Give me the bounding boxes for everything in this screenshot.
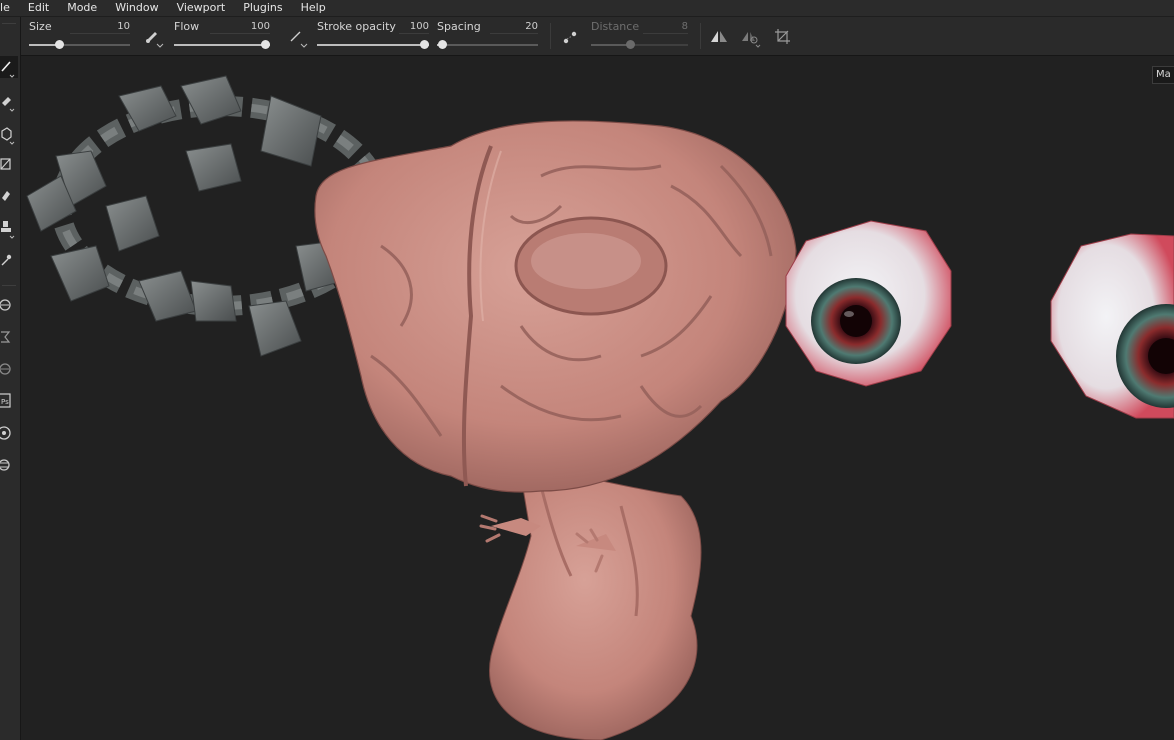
stroke-opacity-value[interactable]: 100 — [410, 21, 429, 32]
tools-toolbar: Ps — [0, 17, 21, 740]
distance-label: Distance — [591, 20, 640, 33]
menu-mode[interactable]: Mode — [58, 0, 106, 16]
material-picker-icon[interactable] — [0, 294, 18, 316]
menu-help[interactable]: Help — [292, 0, 335, 16]
size-label: Size — [29, 20, 52, 33]
clone-tool-icon[interactable] — [0, 217, 18, 239]
stroke-line-icon[interactable] — [286, 26, 308, 48]
flow-value[interactable]: 100 — [251, 21, 270, 32]
distance-value[interactable]: 8 — [682, 21, 688, 32]
paint-brush-tool-icon[interactable] — [0, 56, 18, 78]
symmetry-icon[interactable] — [708, 26, 730, 48]
iray-render-icon[interactable] — [0, 422, 18, 444]
3d-viewport[interactable]: Ma — [21, 56, 1174, 740]
size-slider-handle[interactable] — [55, 40, 64, 49]
spacing-slider-handle[interactable] — [438, 40, 447, 49]
distance-slider-handle[interactable] — [626, 40, 635, 49]
color-picker-tool-icon[interactable] — [0, 249, 18, 271]
symmetry-options-icon[interactable] — [739, 26, 761, 48]
stroke-opacity-label: Stroke opacity — [317, 20, 396, 33]
flow-label: Flow — [174, 20, 200, 33]
menu-viewport[interactable]: Viewport — [168, 0, 235, 16]
menu-plugins[interactable]: Plugins — [234, 0, 291, 16]
geometry-mask-icon[interactable] — [0, 326, 18, 348]
flow-slider-handle[interactable] — [261, 40, 270, 49]
materials-panel-tab[interactable]: Ma — [1152, 66, 1174, 84]
polygon-fill-tool-icon[interactable] — [0, 154, 18, 176]
creature-model — [314, 120, 797, 740]
menu-file[interactable]: ile — [0, 0, 19, 16]
distance-slider[interactable]: Distance 8 — [591, 17, 688, 55]
projection-tool-icon[interactable] — [0, 123, 18, 145]
spacing-slider[interactable]: Spacing 20 — [437, 17, 538, 55]
lazy-mouse-icon[interactable] — [559, 26, 581, 48]
plugin-tool-icon[interactable] — [0, 454, 18, 476]
stroke-opacity-slider[interactable]: Stroke opacity 100 — [317, 17, 429, 55]
properties-bar: Size 10 Flow 100 Stroke opacity 100 Spac… — [20, 17, 1174, 56]
svg-text:Ps: Ps — [1, 398, 9, 406]
smudge-tool-icon[interactable] — [0, 185, 18, 207]
menu-edit[interactable]: Edit — [19, 0, 58, 16]
eyeball-model-1 — [785, 220, 952, 387]
viewport-scene — [26, 75, 1174, 740]
spacing-label: Spacing — [437, 20, 481, 33]
transform-icon[interactable] — [772, 26, 794, 48]
size-slider[interactable]: Size 10 — [29, 17, 130, 55]
size-value[interactable]: 10 — [117, 21, 130, 32]
eraser-tool-icon[interactable] — [0, 90, 18, 112]
flow-slider[interactable]: Flow 100 — [174, 17, 270, 55]
menu-bar: ile Edit Mode Window Viewport Plugins He… — [0, 0, 1174, 16]
eyeball-model-2 — [1050, 233, 1174, 419]
photoshop-export-icon[interactable]: Ps — [0, 390, 18, 412]
menu-window[interactable]: Window — [106, 0, 167, 16]
spacing-value[interactable]: 20 — [525, 21, 538, 32]
stroke-opacity-slider-handle[interactable] — [420, 40, 429, 49]
brush-alignment-icon[interactable] — [142, 26, 164, 48]
bake-icon[interactable] — [0, 358, 18, 380]
